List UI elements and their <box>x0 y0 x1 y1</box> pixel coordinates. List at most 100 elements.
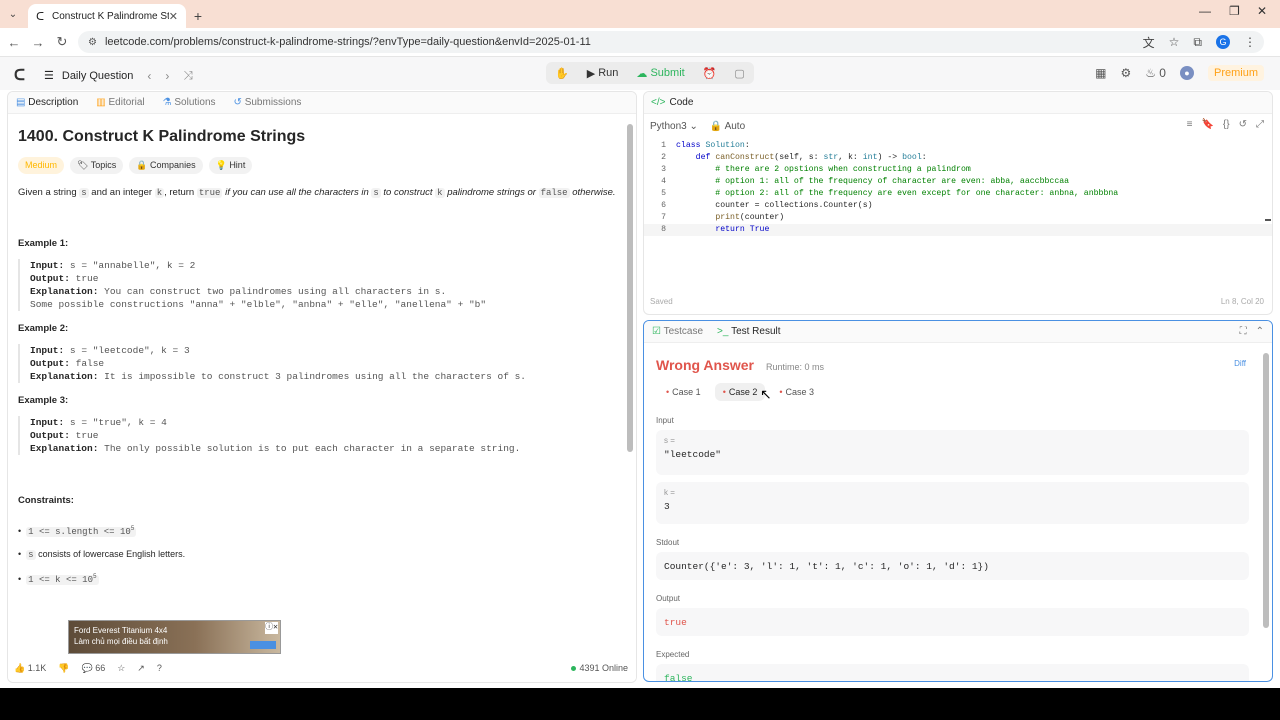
daily-question-label[interactable]: Daily Question <box>62 70 134 82</box>
like-button[interactable]: 👍 1.1K <box>14 663 46 674</box>
close-window-icon[interactable]: ✕ <box>1257 4 1267 18</box>
test-panel-scrollbar[interactable] <box>1262 345 1270 679</box>
language-select[interactable]: Python3 ⌄ <box>650 121 698 132</box>
reload-icon[interactable]: ↻ <box>50 34 74 50</box>
description-panel: ▤ Description ▥ Editorial ⚗ Solutions ↺ … <box>7 91 637 683</box>
tab-submissions[interactable]: ↺ Submissions <box>234 97 302 108</box>
problem-statement: Given a string s and an integer k, retur… <box>18 187 616 198</box>
tab-solutions[interactable]: ⚗ Solutions <box>163 97 216 108</box>
problem-title[interactable]: 1400. Construct K Palindrome Strings <box>18 128 618 146</box>
lock-icon: 🔒 <box>709 120 723 132</box>
user-avatar[interactable]: ● <box>1179 66 1194 80</box>
browser-window: ⌄ ᑕ Construct K Palindrome Strings ✕ + —… <box>0 0 1280 688</box>
timer-icon[interactable]: ⏰ <box>694 62 726 84</box>
leetcode-top-bar: ᑕ ☰ Daily Question ‹ › ⤨ ✋ ▶ Run ☁ Submi… <box>0 57 1280 90</box>
constraints-heading: Constraints: <box>18 494 74 506</box>
share-icon[interactable]: ↗ <box>137 663 145 674</box>
example-box: Input: s = "annabelle", k = 2 Output: tr… <box>18 258 618 311</box>
editor-actions: ≡ 🔖 {} ↺ ⤢ <box>1187 119 1264 130</box>
forward-icon[interactable]: → <box>26 35 50 50</box>
code-line: 6 counter = collections.Counter(s) <box>661 201 873 210</box>
example-2: Example 2: Input: s = "leetcode", k = 3 … <box>18 323 618 383</box>
streak-icon[interactable]: ♨ 0 <box>1145 66 1166 80</box>
browser-tab[interactable]: ᑕ Construct K Palindrome Strings ✕ <box>28 4 186 28</box>
case-tab-1[interactable]: • Case 1 <box>658 383 709 401</box>
prev-problem-icon[interactable]: ‹ <box>147 69 151 83</box>
new-tab-button[interactable]: + <box>186 4 210 28</box>
list-icon[interactable]: ☰ <box>44 69 54 82</box>
ad-close-icon[interactable]: ⓘ✕ <box>265 622 278 634</box>
profile-avatar[interactable]: G <box>1216 35 1230 49</box>
tab-editorial[interactable]: ▥ Editorial <box>96 97 144 108</box>
verdict-title: Wrong Answer <box>656 357 755 373</box>
tab-description[interactable]: ▤ Description <box>16 97 78 108</box>
site-info-icon[interactable]: ⚙ <box>88 37 97 48</box>
tag-icon: 🏷 <box>77 160 89 170</box>
bookmark-star-icon[interactable]: ☆ <box>1169 35 1180 49</box>
example-1: Example 1: Input: s = "annabelle", k = 2… <box>18 238 618 311</box>
omnibox[interactable]: ⚙ leetcode.com/problems/construct-k-pali… <box>78 31 1264 53</box>
minimize-icon[interactable]: — <box>1199 4 1211 18</box>
extensions-icon[interactable]: ⧉ <box>1193 35 1202 50</box>
test-result-panel: ☑ Testcase >_ Test Result ⛶ ⌃ Wrong Answ… <box>643 320 1273 682</box>
auto-mode[interactable]: 🔒 Auto <box>710 121 745 132</box>
collapse-icon[interactable]: ⌃ <box>1256 326 1264 337</box>
solutions-icon: ⚗ <box>162 97 172 108</box>
code-area[interactable]: 1 class Solution: 2 def canConstruct(self… <box>644 140 1272 236</box>
diff-toggle[interactable]: Diff <box>1234 359 1246 368</box>
ad-banner[interactable]: Ford Everest Titanium 4x4 Làm chủ mọi điề… <box>68 620 281 654</box>
shuffle-icon[interactable]: ⤨ <box>183 68 193 83</box>
topics-badge[interactable]: 🏷 Topics <box>70 157 124 174</box>
output-value: true <box>664 617 687 628</box>
ad-cta-button[interactable] <box>250 641 276 649</box>
premium-button[interactable]: Premium <box>1207 65 1264 81</box>
translate-icon[interactable]: 文 <box>1143 34 1155 51</box>
code-line: 3 # there are 2 opstions when constructi… <box>661 165 971 174</box>
description-scrollbar[interactable] <box>626 116 634 636</box>
hint-badge[interactable]: 💡 Hint <box>208 157 253 174</box>
leetcode-right-controls: ▦ ⚙ ♨ 0 ● Premium <box>1095 65 1264 81</box>
expected-value: false <box>664 673 693 682</box>
tab-test-result[interactable]: >_ Test Result <box>717 326 780 337</box>
editor-scrollbar[interactable] <box>1265 91 1271 315</box>
code-line: 7 print(counter) <box>661 213 785 222</box>
format-icon[interactable]: ≡ <box>1187 119 1193 130</box>
tab-testcase[interactable]: ☑ Testcase <box>652 326 703 337</box>
close-tab-icon[interactable]: ✕ <box>169 10 178 23</box>
comments-button[interactable]: 💬 66 <box>81 663 105 674</box>
example-3: Example 3: Input: s = "true", k = 4 Outp… <box>18 395 618 455</box>
tab-search-icon[interactable]: ⌄ <box>0 1 26 27</box>
case-tab-3[interactable]: • Case 3 <box>771 383 822 401</box>
leetcode-logo-icon[interactable]: ᑕ <box>14 66 28 84</box>
case-tabs: • Case 1 • Case 2 • Case 3 <box>658 383 822 401</box>
code-tab-label[interactable]: Code <box>669 97 693 108</box>
run-button[interactable]: ▶ Run <box>578 62 628 84</box>
lock-icon: 🔒 <box>136 160 148 170</box>
code-editor-panel: </> Code Python3 ⌄ 🔒 Auto ≡ 🔖 {} ↺ ⤢ 1 cl… <box>643 91 1273 315</box>
favorite-star-icon[interactable]: ☆ <box>117 663 125 674</box>
bookmark-icon[interactable]: 🔖 <box>1201 119 1213 130</box>
bulb-icon: 💡 <box>215 160 227 170</box>
browser-menu-icon[interactable]: ⋮ <box>1244 35 1256 49</box>
expand-icon[interactable]: ⛶ <box>1240 326 1247 337</box>
comment-icon: 💬 <box>81 662 93 673</box>
submit-button[interactable]: ☁ Submit <box>627 62 693 84</box>
fullscreen-icon[interactable]: ⤢ <box>1256 119 1264 130</box>
code-line: 5 # option 2: all of the frequency are e… <box>661 189 1119 198</box>
back-icon[interactable]: ← <box>2 35 26 50</box>
help-icon[interactable]: ? <box>157 663 162 673</box>
debug-icon[interactable]: ✋ <box>546 62 578 84</box>
url-text[interactable]: leetcode.com/problems/construct-k-palind… <box>105 36 591 48</box>
braces-icon[interactable]: {} <box>1223 119 1230 130</box>
layout-icon[interactable]: ▦ <box>1095 66 1106 80</box>
expected-box: false <box>656 664 1249 682</box>
companies-badge[interactable]: 🔒 Companies <box>129 157 203 174</box>
dislike-icon[interactable]: 👎 <box>58 663 69 674</box>
difficulty-badge: Medium <box>18 157 65 174</box>
case-tab-2[interactable]: • Case 2 <box>714 383 766 401</box>
next-problem-icon[interactable]: › <box>165 69 169 83</box>
reset-icon[interactable]: ↺ <box>1239 119 1247 130</box>
maximize-icon[interactable]: ❐ <box>1229 4 1240 18</box>
notes-icon[interactable]: ▢ <box>725 62 753 84</box>
settings-gear-icon[interactable]: ⚙ <box>1120 66 1131 80</box>
